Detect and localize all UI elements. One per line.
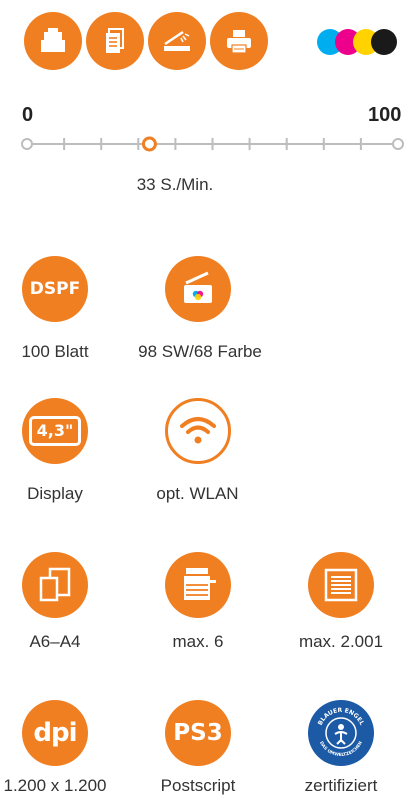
blauer-engel-seal: BLAUER ENGEL DAS UMWELTZEICHEN: [308, 700, 374, 766]
copier-icon: [184, 568, 216, 600]
postscript-label: Postscript: [160, 776, 236, 795]
svg-text:DAS UMWELTZEICHEN: DAS UMWELTZEICHEN: [318, 740, 364, 758]
color-scanner-icon: [184, 271, 212, 303]
trays-label: max. 6: [172, 632, 224, 651]
eco-label: zertifiziert: [304, 776, 378, 795]
color-scan-label: 98 SW/68 Farbe: [138, 342, 262, 361]
wifi-icon: [180, 417, 216, 444]
postscript-badge: PS3: [165, 700, 231, 766]
document-function-icon: [86, 12, 144, 70]
paper-size-badge: [22, 552, 88, 618]
copy-icon: [41, 28, 65, 52]
trays-badge: [165, 552, 231, 618]
wlan-badge: [165, 398, 231, 464]
paper-size-label: A6–A4: [29, 632, 81, 651]
display-label: Display: [27, 484, 83, 503]
dspf-label: 100 Blatt: [21, 342, 89, 361]
display-size-text: 4,3": [36, 421, 74, 440]
print-function-icon: [210, 12, 268, 70]
cmyk-ink-icon: [317, 27, 407, 57]
black-ink-dot: [371, 29, 397, 55]
scale-end-cap: [392, 138, 404, 150]
resolution-label: 1.200 x 1.200: [3, 776, 107, 795]
speed-marker: [141, 136, 157, 152]
capacity-label: max. 2.001: [298, 632, 384, 651]
display-icon: 4,3": [28, 416, 82, 446]
speed-value-label: 33 S./Min.: [136, 175, 214, 194]
resolution-badge: dpi: [22, 700, 88, 766]
speed-scale: [21, 136, 404, 152]
scale-min-label: 0: [22, 104, 34, 126]
document-icon: [106, 28, 124, 53]
ps3-badge-text: PS3: [173, 720, 223, 746]
color-scan-badge: [165, 256, 231, 322]
capacity-badge: [308, 552, 374, 618]
blauer-engel-icon: BLAUER ENGEL DAS UMWELTZEICHEN: [317, 707, 366, 758]
copy-function-icon: [24, 12, 82, 70]
dspf-badge-text: DSPF: [29, 279, 81, 299]
dspf-badge: DSPF: [22, 256, 88, 322]
scan-function-icon: [148, 12, 206, 70]
wlan-label: opt. WLAN: [156, 484, 239, 503]
display-badge: 4,3": [22, 398, 88, 464]
scale-start-cap: [21, 138, 33, 150]
dpi-badge-text: dpi: [33, 718, 77, 748]
paper-stack-icon: [324, 568, 358, 602]
printer-icon: [227, 30, 251, 54]
svg-text:BLAUER ENGEL: BLAUER ENGEL: [317, 707, 366, 727]
scale-max-label: 100: [368, 104, 402, 126]
scanner-icon: [164, 30, 190, 51]
paper-size-icon: [39, 567, 71, 602]
